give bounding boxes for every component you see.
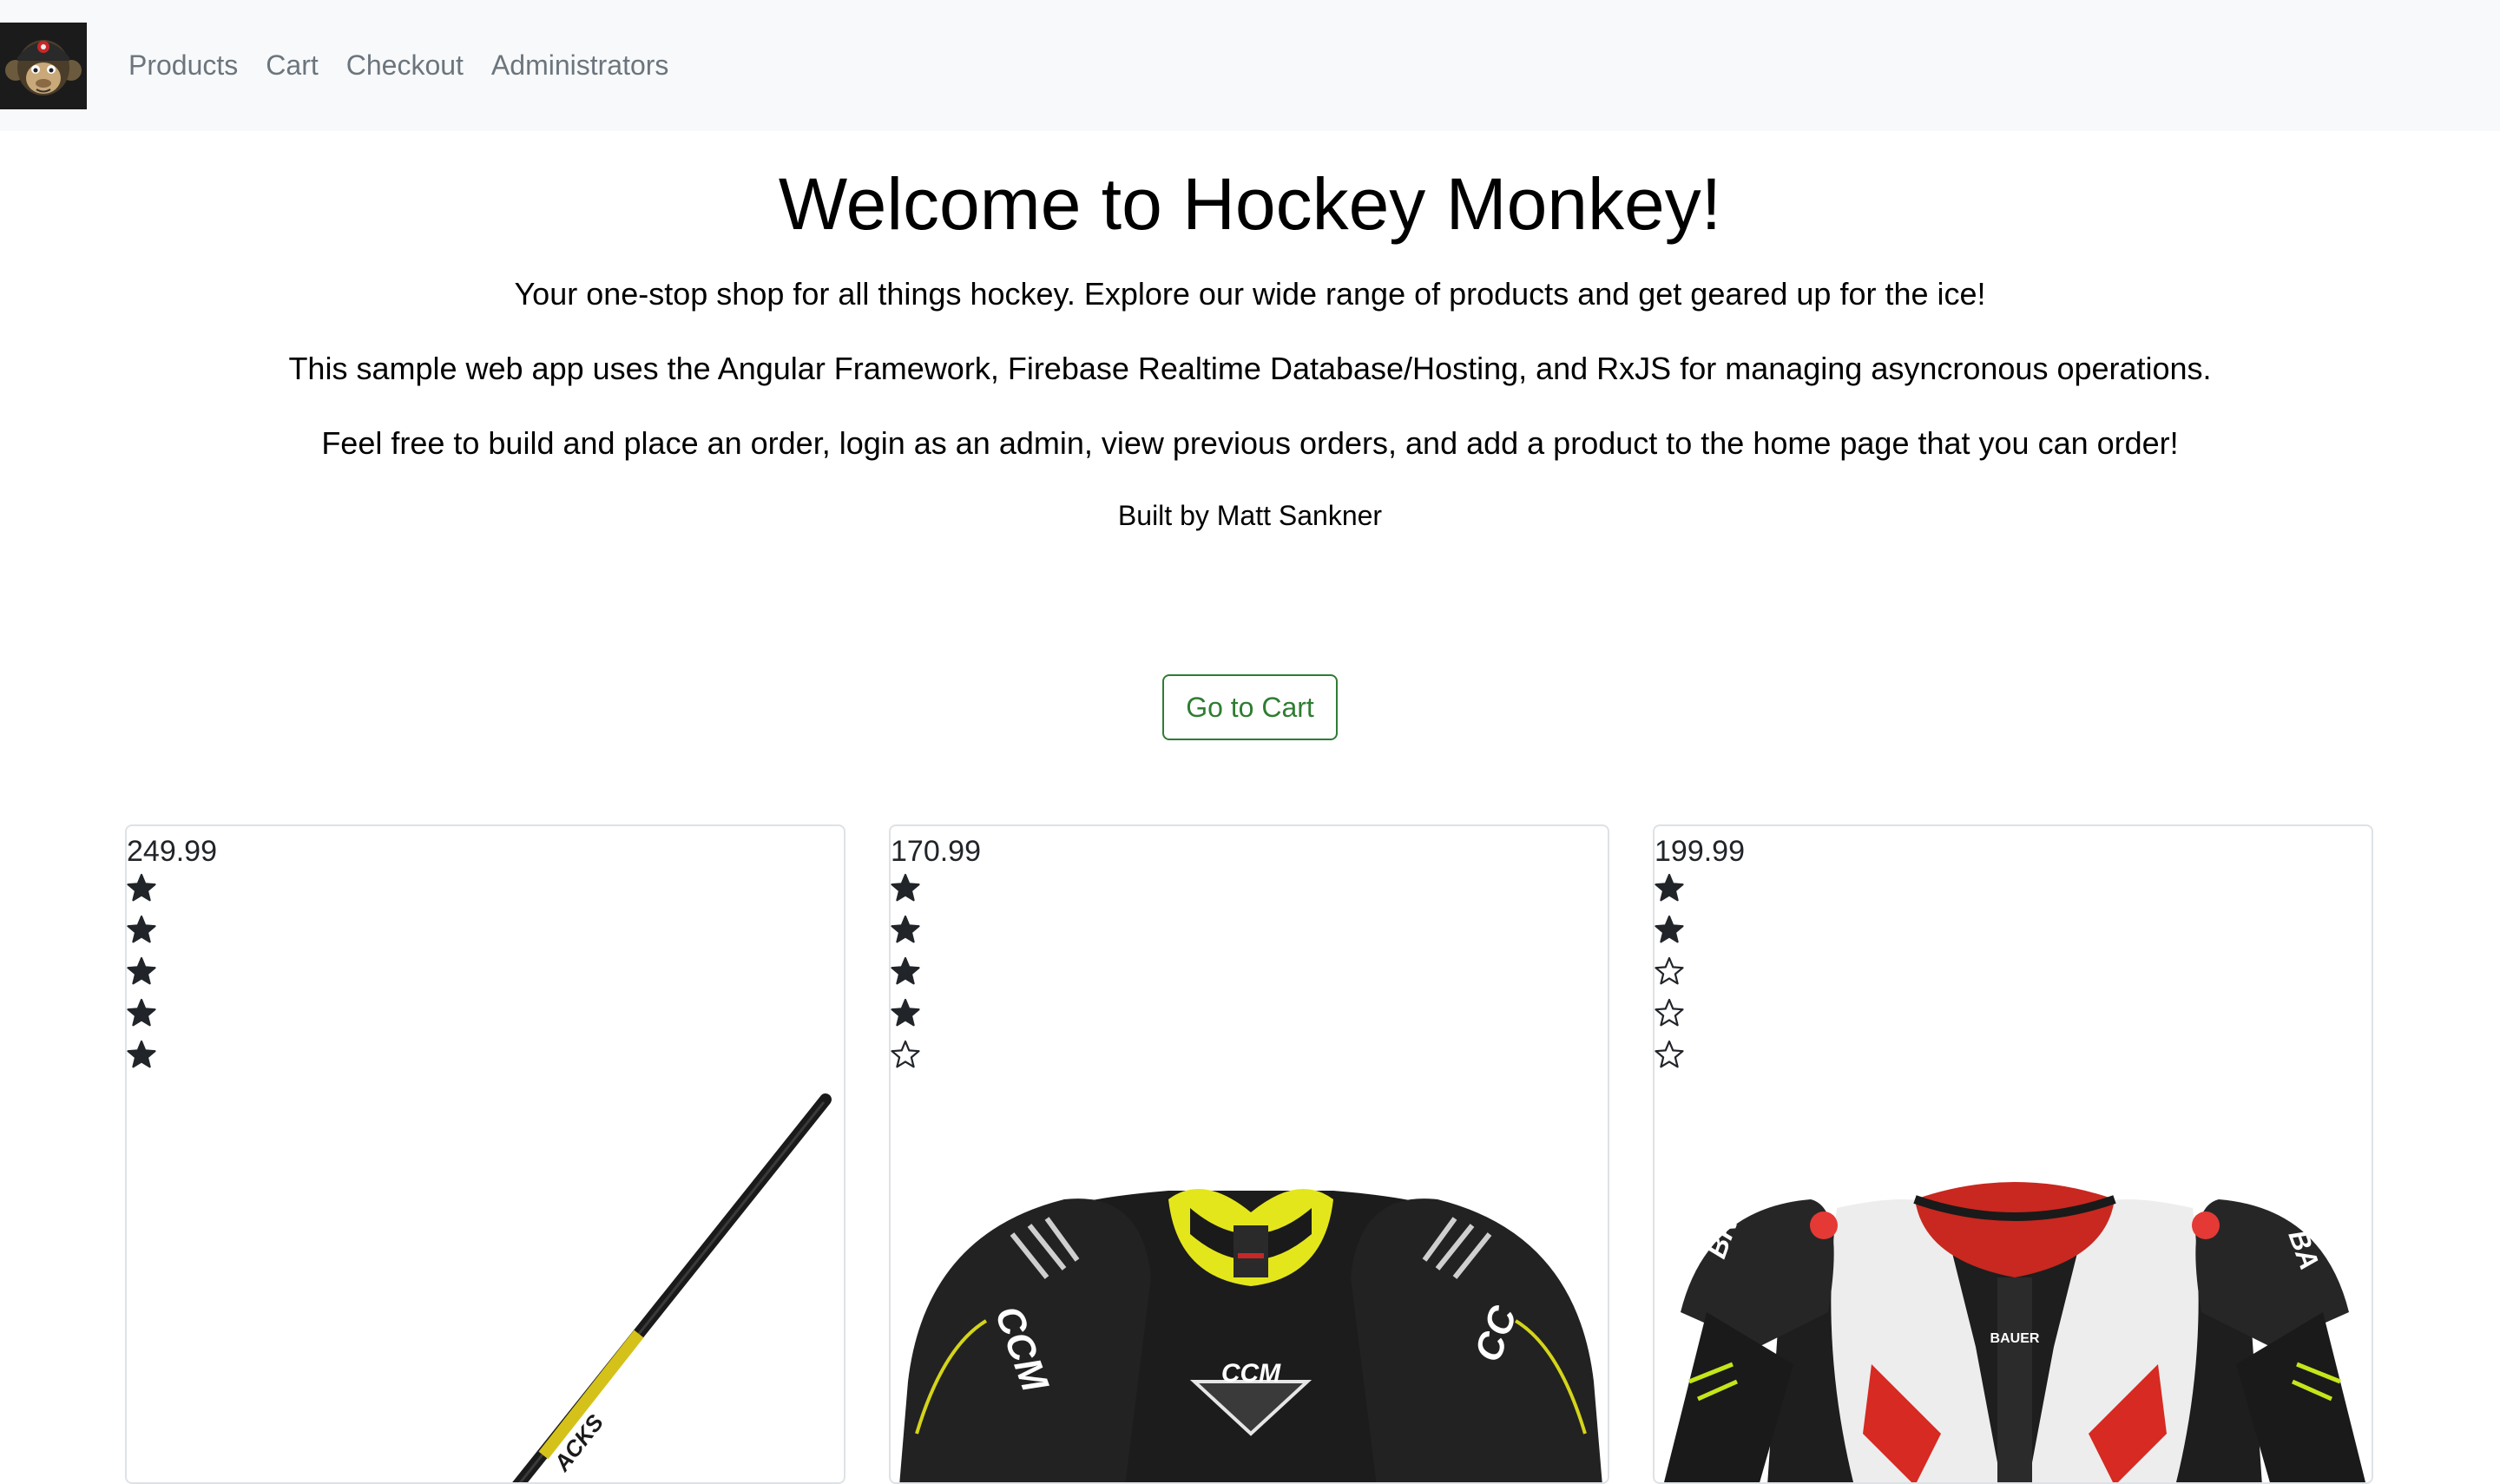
hero-instructions: Feel free to build and place an order, l… — [321, 425, 2179, 461]
page-title: Welcome to Hockey Monkey! — [778, 163, 1722, 245]
hockey-stick-image: ACKS — [512, 1093, 832, 1482]
star-filled-icon — [127, 998, 156, 1027]
go-to-cart-button[interactable]: Go to Cart — [1162, 674, 1338, 740]
product-price: 170.99 — [891, 835, 981, 868]
bauer-shoulder-pads-image: BAUER BR BA — [1664, 1182, 2365, 1482]
star-filled-icon — [1655, 873, 1684, 902]
star-filled-icon — [891, 915, 920, 943]
star-empty-icon — [1655, 998, 1684, 1027]
rating-stars — [127, 873, 156, 1081]
product-price: 249.99 — [127, 835, 217, 868]
monkey-logo-icon — [0, 23, 87, 109]
star-filled-icon — [127, 1040, 156, 1068]
nav-links: Products Cart Checkout Administrators — [128, 0, 696, 131]
monkey-logo[interactable] — [0, 23, 87, 109]
svg-text:BAUER: BAUER — [1990, 1331, 2040, 1346]
product-price: 199.99 — [1655, 835, 1745, 868]
nav-link-administrators[interactable]: Administrators — [491, 49, 669, 82]
star-filled-icon — [1655, 915, 1684, 943]
navbar: Products Cart Checkout Administrators — [0, 0, 2500, 131]
hero-tagline: Your one-stop shop for all things hockey… — [514, 276, 1986, 312]
star-filled-icon — [891, 998, 920, 1027]
hero-tech-description: This sample web app uses the Angular Fra… — [288, 351, 2212, 386]
star-filled-icon — [127, 915, 156, 943]
product-card[interactable]: ACKS 249.99 — [125, 824, 845, 1484]
star-filled-icon — [891, 956, 920, 985]
rating-stars — [891, 873, 920, 1081]
rating-stars — [1655, 873, 1684, 1081]
star-empty-icon — [1655, 1040, 1684, 1068]
star-filled-icon — [891, 873, 920, 902]
star-filled-icon — [127, 956, 156, 985]
nav-link-cart[interactable]: Cart — [266, 49, 318, 82]
svg-text:CCM: CCM — [1221, 1359, 1281, 1388]
star-empty-icon — [891, 1040, 920, 1068]
nav-link-products[interactable]: Products — [128, 49, 238, 82]
hero-author: Built by Matt Sankner — [1117, 500, 1383, 531]
nav-link-checkout[interactable]: Checkout — [346, 49, 464, 82]
product-card[interactable]: CCM CCM CC 170.99 — [889, 824, 1609, 1484]
ccm-shoulder-pads-image: CCM CCM CC — [899, 1189, 1602, 1482]
product-card[interactable]: BAUER BR BA 199.99 — [1653, 824, 2373, 1484]
star-filled-icon — [127, 873, 156, 902]
star-empty-icon — [1655, 956, 1684, 985]
